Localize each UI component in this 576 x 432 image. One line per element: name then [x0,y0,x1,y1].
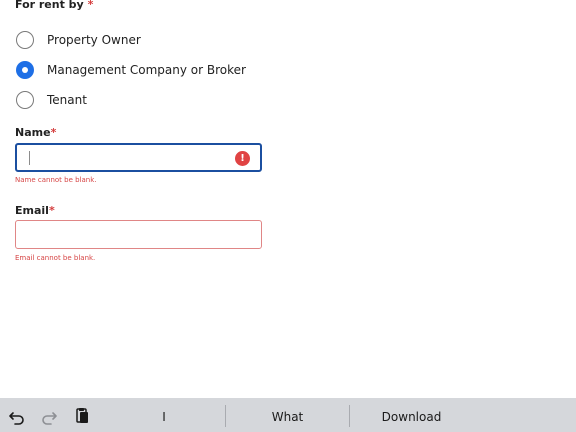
keyboard-suggestion-bar: I What Download [0,398,576,432]
suggestion-divider [225,405,226,427]
radio-button-management-company[interactable] [16,61,34,79]
radio-button-property-owner[interactable] [16,31,34,49]
radio-button-tenant[interactable] [16,91,34,109]
suggestion-3[interactable]: Download [351,410,472,424]
radio-option-property-owner[interactable]: Property Owner [16,29,141,51]
name-field-label: Name* [15,126,56,139]
suggestion-2[interactable]: What [227,410,348,424]
rental-form-page: For rent by * Property Owner Management … [0,0,576,432]
name-label-text: Name [15,126,51,139]
paste-icon[interactable] [73,407,91,425]
required-asterisk: * [48,204,55,217]
suggestion-divider [349,405,350,427]
name-error-message: Name cannot be blank. [15,176,97,184]
suggestion-1[interactable]: I [104,410,224,424]
radio-label-property-owner: Property Owner [47,33,141,47]
redo-icon[interactable] [40,407,58,425]
email-input[interactable] [15,220,262,249]
name-input[interactable]: ! [15,143,262,172]
for-rent-by-heading: For rent by * [15,0,93,11]
email-label-text: Email [15,204,49,217]
email-field-label: Email* [15,204,55,217]
undo-icon[interactable] [8,407,26,425]
radio-option-tenant[interactable]: Tenant [16,89,87,111]
text-caret [29,151,30,165]
radio-label-tenant: Tenant [47,93,87,107]
required-asterisk: * [87,0,94,11]
radio-option-management-company[interactable]: Management Company or Broker [16,59,246,81]
email-error-message: Email cannot be blank. [15,254,96,262]
exclamation-circle-icon: ! [235,151,250,166]
required-asterisk: * [50,126,57,139]
for-rent-by-label: For rent by [15,0,84,11]
radio-label-management-company: Management Company or Broker [47,63,246,77]
